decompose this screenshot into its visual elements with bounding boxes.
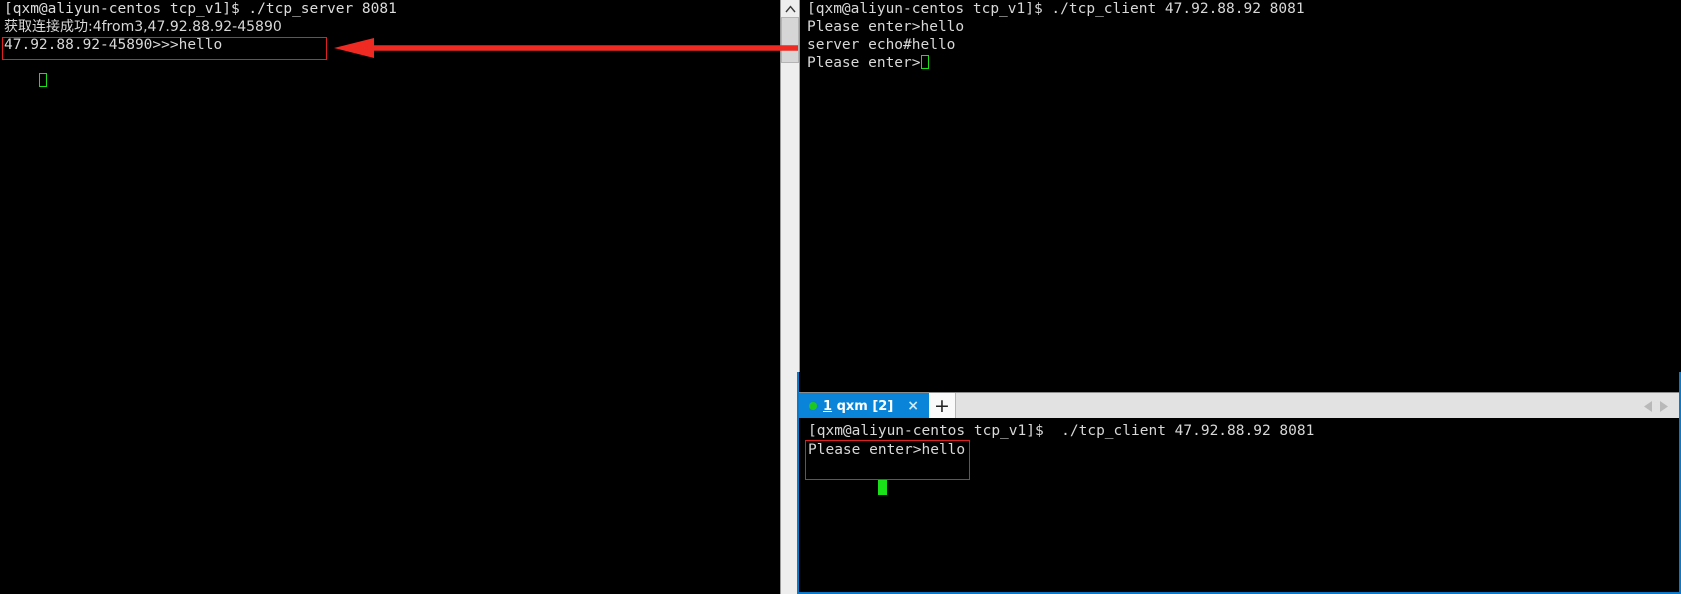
- tab-item-qxm[interactable]: 1 qxm [2] ×: [799, 393, 930, 419]
- tab-status-dot-icon: [809, 402, 817, 410]
- tab-scroll-controls: [1643, 393, 1679, 419]
- server-cursor-line: [0, 54, 779, 108]
- scrollbar-thumb[interactable]: [781, 17, 799, 63]
- client-terminal-pane[interactable]: [qxm@aliyun-centos tcp_v1]$ ./tcp_client…: [801, 0, 1681, 372]
- client-text-cursor: [920, 55, 929, 69]
- server-command-line: [qxm@aliyun-centos tcp_v1]$ ./tcp_server…: [4, 1, 397, 17]
- terminal-tab-window[interactable]: 1 qxm [2] × + [qxm@aliyun-centos tcp_v1]…: [797, 372, 1681, 594]
- tab-label: 1 qxm [2]: [823, 399, 893, 414]
- client-prompt-waiting-line: Please enter>: [801, 54, 1681, 72]
- tab-window-top-strip: [799, 372, 1679, 393]
- scroll-up-button[interactable]: [781, 1, 799, 17]
- client-prompt-text: Please enter>: [807, 55, 921, 71]
- triangle-left-icon[interactable]: [1643, 400, 1654, 413]
- server-terminal-pane[interactable]: [qxm@aliyun-centos tcp_v1]$ ./tcp_server…: [0, 0, 779, 594]
- bottom-terminal-pane[interactable]: [qxm@aliyun-centos tcp_v1]$ ./tcp_client…: [799, 418, 1679, 592]
- bottom-cursor-line: [808, 460, 1679, 517]
- bottom-prompt-line: Please enter>hello: [808, 442, 966, 458]
- client-command-line: [qxm@aliyun-centos tcp_v1]$ ./tcp_client…: [807, 1, 1305, 17]
- client-server-echo-line: server echo#hello: [807, 37, 956, 53]
- triangle-right-icon[interactable]: [1658, 400, 1669, 413]
- tab-strip-empty-area: [956, 393, 1643, 419]
- client-prompt-entered-line: Please enter>hello: [807, 19, 965, 35]
- new-tab-button[interactable]: +: [929, 393, 957, 419]
- tab-close-icon[interactable]: ×: [899, 399, 923, 413]
- server-accept-log-line: 获取连接成功:4from3,47.92.88.92-45890: [4, 19, 282, 35]
- server-received-message-line: 47.92.88.92-45890>>>hello: [4, 37, 223, 53]
- tab-title: qxm [2]: [836, 398, 894, 414]
- chevron-up-icon: [784, 5, 796, 12]
- tab-index: 1: [823, 398, 833, 414]
- bottom-text-cursor: [877, 480, 887, 495]
- server-text-cursor: [38, 73, 47, 87]
- tab-strip: 1 qxm [2] × +: [799, 392, 1679, 419]
- bottom-command-line: [qxm@aliyun-centos tcp_v1]$ ./tcp_client…: [808, 423, 1315, 439]
